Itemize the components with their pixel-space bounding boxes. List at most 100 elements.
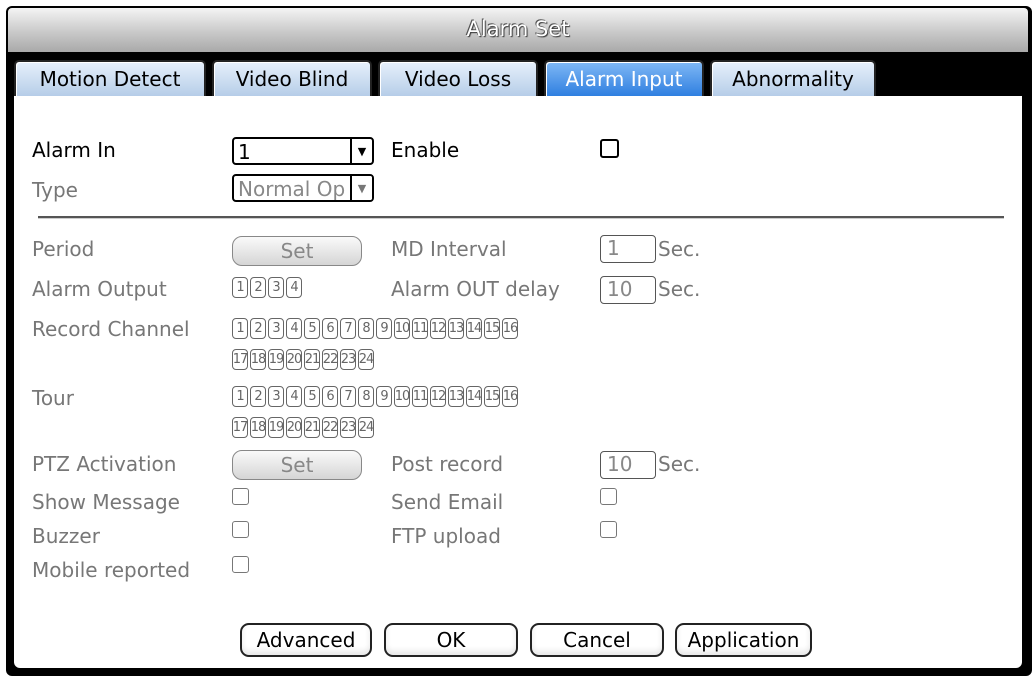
tour-channel-toggle[interactable]: 13 <box>448 386 464 407</box>
record-channel-toggle[interactable]: 13 <box>448 318 464 339</box>
show-message-checkbox[interactable] <box>232 488 249 505</box>
record-channel-toggle[interactable]: 14 <box>466 318 482 339</box>
enable-label: Enable <box>391 138 460 162</box>
tour-channel-toggle[interactable]: 17 <box>232 417 248 438</box>
tab-video-blind[interactable]: Video Blind <box>212 60 372 96</box>
tour-channel-toggle[interactable]: 12 <box>430 386 446 407</box>
alarm-output-label: Alarm Output <box>32 277 167 301</box>
buzzer-checkbox[interactable] <box>232 521 249 538</box>
alarm-out-delay-label: Alarm OUT delay <box>391 277 560 301</box>
alarm-output-channel-toggle[interactable]: 4 <box>286 277 302 298</box>
post-record-input[interactable]: 10 <box>600 451 656 479</box>
tour-channel-toggle[interactable]: 15 <box>484 386 500 407</box>
tour-channel-toggle[interactable]: 20 <box>286 417 302 438</box>
alarm-in-value: 1 <box>238 140 251 164</box>
alarm-set-dialog: Alarm Set Motion Detect Video Blind Vide… <box>6 6 1032 676</box>
tour-channel-toggle[interactable]: 18 <box>250 417 266 438</box>
record-channel-toggle[interactable]: 17 <box>232 349 248 370</box>
send-email-label: Send Email <box>391 490 504 514</box>
tour-channel-toggle[interactable]: 8 <box>358 386 374 407</box>
alarm-output-channel-toggle[interactable]: 3 <box>268 277 284 298</box>
tour-channel-toggle[interactable]: 21 <box>304 417 320 438</box>
record-channel-toggle[interactable]: 4 <box>286 318 302 339</box>
alarm-output-channel-toggle[interactable]: 1 <box>232 277 248 298</box>
tab-abnormality[interactable]: Abnormality <box>710 60 876 96</box>
tour-channels-row1: 1 2 3 4 5 6 7 8 9 10 11 12 13 14 15 16 <box>232 386 518 407</box>
alarm-output-channels: 1234 <box>232 277 302 298</box>
tour-channel-toggle[interactable]: 19 <box>268 417 284 438</box>
tour-channel-toggle[interactable]: 6 <box>322 386 338 407</box>
alarm-out-delay-unit: Sec. <box>658 277 701 301</box>
tour-channel-toggle[interactable]: 5 <box>304 386 320 407</box>
type-select[interactable]: Normal Op ▼ <box>232 174 374 202</box>
ok-button[interactable]: OK <box>384 623 518 657</box>
record-channel-toggle[interactable]: 2 <box>250 318 266 339</box>
record-channel-toggle[interactable]: 6 <box>322 318 338 339</box>
tour-channel-toggle[interactable]: 16 <box>502 386 518 407</box>
enable-checkbox[interactable] <box>600 139 619 158</box>
record-channel-toggle[interactable]: 15 <box>484 318 500 339</box>
ptz-activation-label: PTZ Activation <box>32 452 177 476</box>
record-channel-toggle[interactable]: 20 <box>286 349 302 370</box>
record-channel-toggle[interactable]: 16 <box>502 318 518 339</box>
tab-motion-detect[interactable]: Motion Detect <box>14 60 206 96</box>
mobile-reported-checkbox[interactable] <box>232 556 249 573</box>
type-value: Normal Op <box>238 177 346 201</box>
record-channels-row1: 1 2 3 4 5 6 7 8 9 10 11 12 13 14 15 16 <box>232 318 518 339</box>
record-channel-toggle[interactable]: 1 <box>232 318 248 339</box>
tour-channel-toggle[interactable]: 9 <box>376 386 392 407</box>
tour-channel-toggle[interactable]: 7 <box>340 386 356 407</box>
tour-label: Tour <box>32 386 74 410</box>
md-interval-input[interactable]: 1 <box>600 235 656 263</box>
alarm-input-panel: Alarm In 1 ▼ Enable Type Normal Op ▼ Per… <box>14 96 1022 668</box>
cancel-button[interactable]: Cancel <box>530 623 664 657</box>
tour-channel-toggle[interactable]: 1 <box>232 386 248 407</box>
send-email-checkbox[interactable] <box>600 488 617 505</box>
chevron-down-icon: ▼ <box>350 139 372 163</box>
tour-channel-toggle[interactable]: 14 <box>466 386 482 407</box>
tour-channel-toggle[interactable]: 4 <box>286 386 302 407</box>
tour-channel-toggle[interactable]: 10 <box>394 386 410 407</box>
record-channel-toggle[interactable]: 22 <box>322 349 338 370</box>
record-channel-toggle[interactable]: 9 <box>376 318 392 339</box>
period-set-button[interactable]: Set <box>232 236 362 266</box>
tour-channels-row2: 17 18 19 20 21 22 23 24 <box>232 417 374 438</box>
window-title: Alarm Set <box>466 17 570 41</box>
ftp-upload-label: FTP upload <box>391 524 501 548</box>
ptz-set-button[interactable]: Set <box>232 450 362 480</box>
tour-channel-toggle[interactable]: 24 <box>358 417 374 438</box>
ftp-upload-checkbox[interactable] <box>600 521 617 538</box>
alarm-output-channel-toggle[interactable]: 2 <box>250 277 266 298</box>
advanced-button[interactable]: Advanced <box>240 623 372 657</box>
md-interval-label: MD Interval <box>391 237 507 261</box>
show-message-label: Show Message <box>32 490 180 514</box>
record-channel-toggle[interactable]: 11 <box>412 318 428 339</box>
tour-channel-toggle[interactable]: 23 <box>340 417 356 438</box>
record-channel-toggle[interactable]: 5 <box>304 318 320 339</box>
record-channel-toggle[interactable]: 24 <box>358 349 374 370</box>
tour-channel-toggle[interactable]: 3 <box>268 386 284 407</box>
record-channel-toggle[interactable]: 23 <box>340 349 356 370</box>
alarm-in-select[interactable]: 1 ▼ <box>232 137 374 165</box>
tab-video-loss[interactable]: Video Loss <box>378 60 538 96</box>
divider <box>38 216 1004 219</box>
record-channel-toggle[interactable]: 21 <box>304 349 320 370</box>
tour-channel-toggle[interactable]: 2 <box>250 386 266 407</box>
post-record-unit: Sec. <box>658 452 701 476</box>
tour-channel-toggle[interactable]: 22 <box>322 417 338 438</box>
application-button[interactable]: Application <box>675 623 812 657</box>
record-channel-toggle[interactable]: 10 <box>394 318 410 339</box>
record-channel-toggle[interactable]: 19 <box>268 349 284 370</box>
alarm-out-delay-input[interactable]: 10 <box>600 276 656 304</box>
title-bar: Alarm Set <box>8 8 1028 52</box>
tour-channel-toggle[interactable]: 11 <box>412 386 428 407</box>
record-channel-toggle[interactable]: 3 <box>268 318 284 339</box>
alarm-in-label: Alarm In <box>32 138 116 162</box>
tab-alarm-input[interactable]: Alarm Input <box>544 60 704 96</box>
record-channel-toggle[interactable]: 18 <box>250 349 266 370</box>
record-channel-toggle[interactable]: 7 <box>340 318 356 339</box>
period-label: Period <box>32 237 95 261</box>
record-channel-toggle[interactable]: 12 <box>430 318 446 339</box>
record-channel-toggle[interactable]: 8 <box>358 318 374 339</box>
md-interval-unit: Sec. <box>658 237 701 261</box>
